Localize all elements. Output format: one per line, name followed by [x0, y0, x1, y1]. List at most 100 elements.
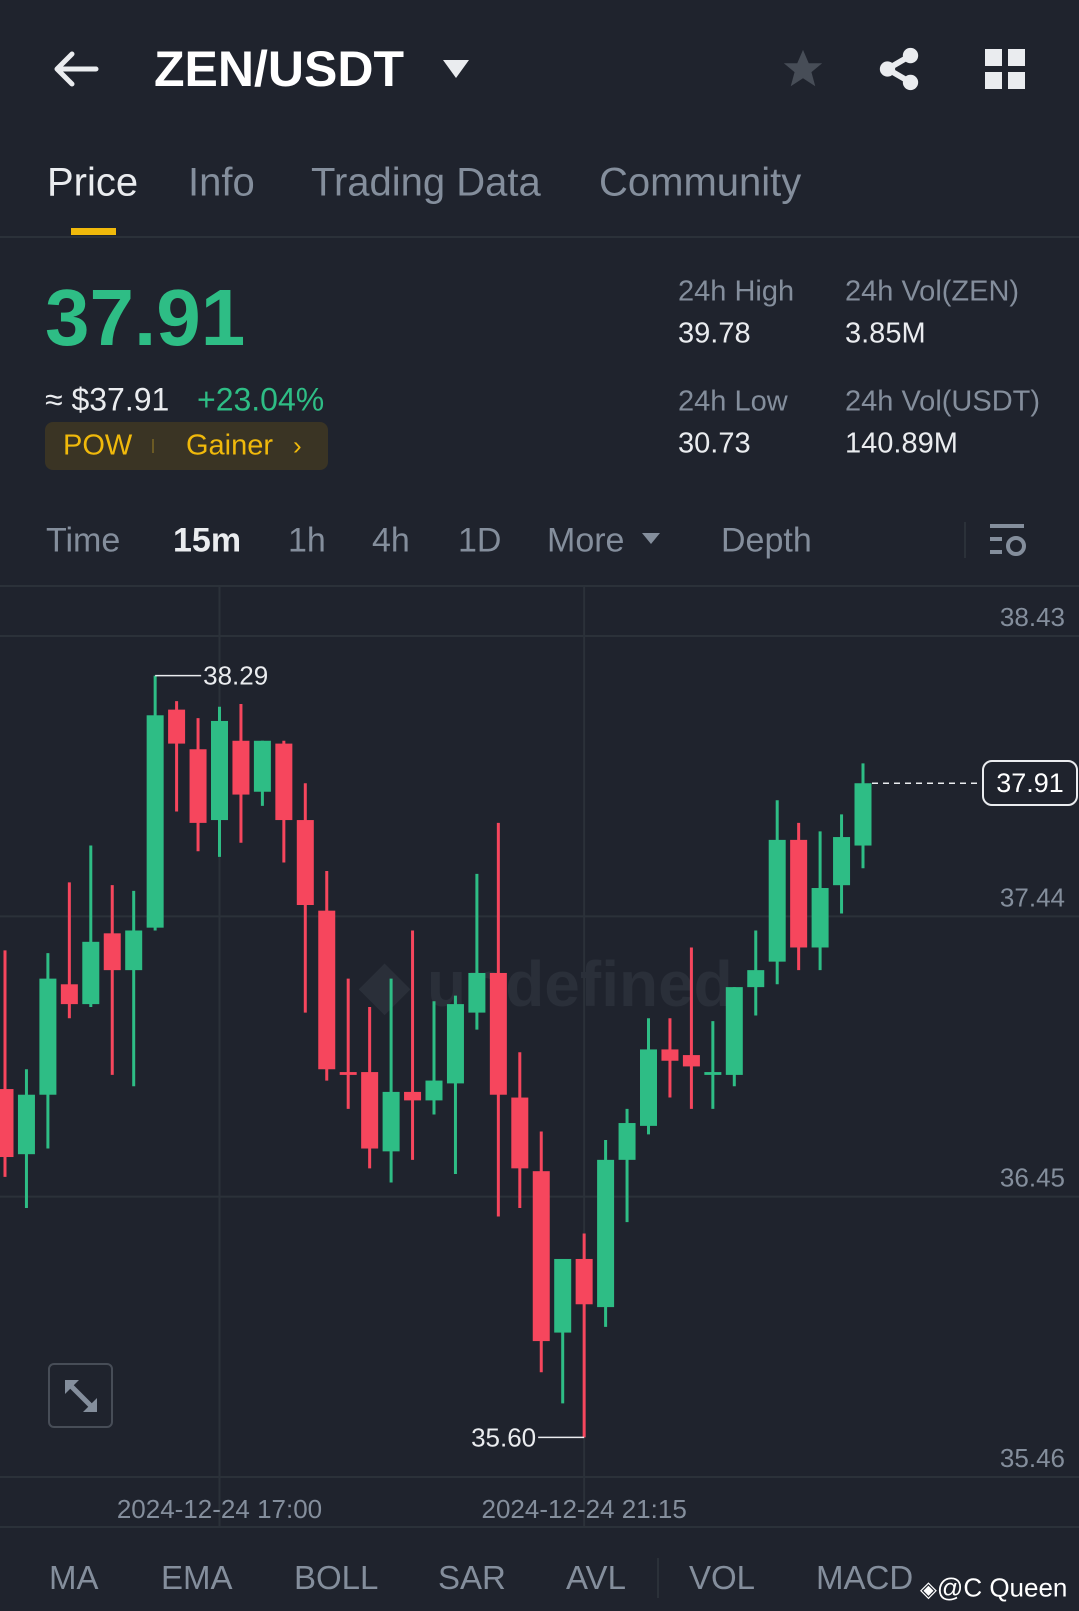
candle-up — [211, 720, 228, 821]
caret-down-icon — [443, 60, 469, 78]
watermark-text: @C Queen — [936, 1572, 1068, 1603]
indicator-ema[interactable]: EMA — [161, 1559, 233, 1597]
candle-down — [189, 749, 207, 823]
interval-more[interactable]: More — [547, 522, 624, 561]
candle-up — [768, 839, 786, 962]
chart-settings-icon — [990, 524, 1026, 556]
indicator-sar[interactable]: SAR — [438, 1559, 506, 1597]
candle-down — [682, 1055, 700, 1067]
pair-dropdown-button[interactable] — [441, 58, 471, 85]
tag-pow: POW — [63, 429, 133, 462]
tab-price[interactable]: Price — [47, 161, 138, 206]
star-icon — [783, 49, 823, 87]
candle-up — [640, 1049, 657, 1126]
candle-down — [60, 984, 78, 1005]
indicator-macd[interactable]: MACD — [816, 1559, 913, 1597]
watermark-user: ◈@C Queen — [920, 1573, 1067, 1604]
y-axis-label: 35.46 — [1000, 1443, 1065, 1473]
interval-1h[interactable]: 1h — [288, 522, 326, 561]
interval-depth[interactable]: Depth — [721, 522, 812, 561]
vol-quote-label: 24h Vol(USDT) — [845, 385, 1041, 418]
vol-base-value: 3.85M — [845, 317, 926, 350]
candle-up — [125, 930, 143, 971]
candle-up — [833, 837, 851, 886]
low-value: 30.73 — [678, 427, 751, 460]
candle-down — [339, 1072, 357, 1075]
last-price-tag: 37.91 — [982, 760, 1078, 807]
tag-badge[interactable]: POW Gainer › — [45, 422, 328, 470]
candle-up — [382, 1091, 400, 1152]
candle-down — [489, 972, 507, 1095]
favorite-button[interactable] — [780, 46, 826, 97]
candle-down — [361, 1072, 379, 1149]
usd-price: ≈ $37.91 — [45, 381, 170, 418]
tabs-divider — [0, 236, 1079, 238]
active-tab-indicator — [71, 228, 116, 235]
candlestick-chart[interactable]: 38.43 37.44 36.45 35.46 2024-12-24 17:00 2024… — [0, 586, 1079, 1527]
high-label: 24h High — [678, 275, 795, 308]
price-change: +23.04% — [197, 381, 325, 418]
chart-bottom-divider — [0, 1526, 1079, 1528]
share-icon — [879, 47, 919, 91]
tag-gainer: Gainer — [186, 429, 274, 462]
candle-up — [854, 783, 872, 846]
candle-down — [168, 709, 186, 744]
interval-1d[interactable]: 1D — [458, 522, 501, 561]
candle-down — [103, 933, 121, 971]
indicator-divider — [657, 1558, 659, 1598]
candle-up — [446, 1004, 464, 1084]
fullscreen-button[interactable] — [48, 1363, 113, 1428]
candle-up — [39, 978, 57, 1095]
pair-title[interactable]: ZEN/USDT — [154, 40, 404, 98]
interval-time[interactable]: Time — [46, 522, 120, 561]
indicator-boll[interactable]: BOLL — [294, 1559, 378, 1597]
candle-up — [17, 1094, 35, 1155]
candle-up — [554, 1258, 572, 1333]
low-marker-label: 35.60 — [471, 1422, 536, 1452]
candle-up — [425, 1080, 443, 1101]
indicator-ma[interactable]: MA — [49, 1559, 99, 1597]
last-price: 37.91 — [45, 273, 246, 362]
candle-up — [468, 972, 486, 1013]
interval-4h[interactable]: 4h — [372, 522, 410, 561]
candle-up — [82, 941, 100, 1005]
chevron-right-icon: › — [293, 430, 302, 461]
candle-down — [790, 839, 808, 948]
candle-down — [318, 910, 336, 1070]
candle-up — [146, 715, 164, 928]
candle-up — [811, 888, 829, 948]
x-axis-label: 2024-12-24 17:00 — [117, 1494, 322, 1524]
candle-up — [597, 1159, 615, 1308]
back-button[interactable] — [50, 46, 100, 92]
high-value: 39.78 — [678, 317, 751, 350]
candle-down — [511, 1097, 529, 1169]
binance-watermark: ◆ undefined — [358, 948, 733, 1020]
candle-down — [532, 1171, 550, 1342]
back-arrow-icon — [54, 51, 99, 87]
y-axis-label: 36.45 — [1000, 1163, 1065, 1193]
indicator-vol[interactable]: VOL — [689, 1559, 755, 1597]
low-label: 24h Low — [678, 385, 788, 418]
candle-down — [232, 740, 250, 795]
share-button[interactable] — [876, 46, 922, 97]
tab-trading-data[interactable]: Trading Data — [311, 161, 541, 206]
candle-up — [618, 1123, 636, 1160]
tab-info[interactable]: Info — [188, 161, 255, 206]
candle-down — [275, 743, 293, 821]
binance-logo-icon: ◈ — [920, 1576, 937, 1602]
candle-down — [296, 820, 314, 906]
candle-up — [704, 1072, 722, 1075]
x-axis-label: 2024-12-24 21:15 — [482, 1494, 687, 1524]
chart-settings-button[interactable] — [990, 522, 1028, 565]
high-marker-label: 38.29 — [203, 661, 268, 691]
grid-icon — [985, 49, 1025, 89]
expand-icon — [64, 1379, 97, 1412]
tab-community[interactable]: Community — [599, 161, 801, 206]
interval-divider — [964, 522, 966, 558]
candle-down — [0, 1089, 14, 1158]
interval-15m[interactable]: 15m — [173, 522, 241, 561]
indicator-avl[interactable]: AVL — [566, 1559, 626, 1597]
vol-base-label: 24h Vol(ZEN) — [845, 275, 1020, 308]
candle-down — [661, 1049, 679, 1061]
layout-button[interactable] — [985, 49, 1025, 94]
